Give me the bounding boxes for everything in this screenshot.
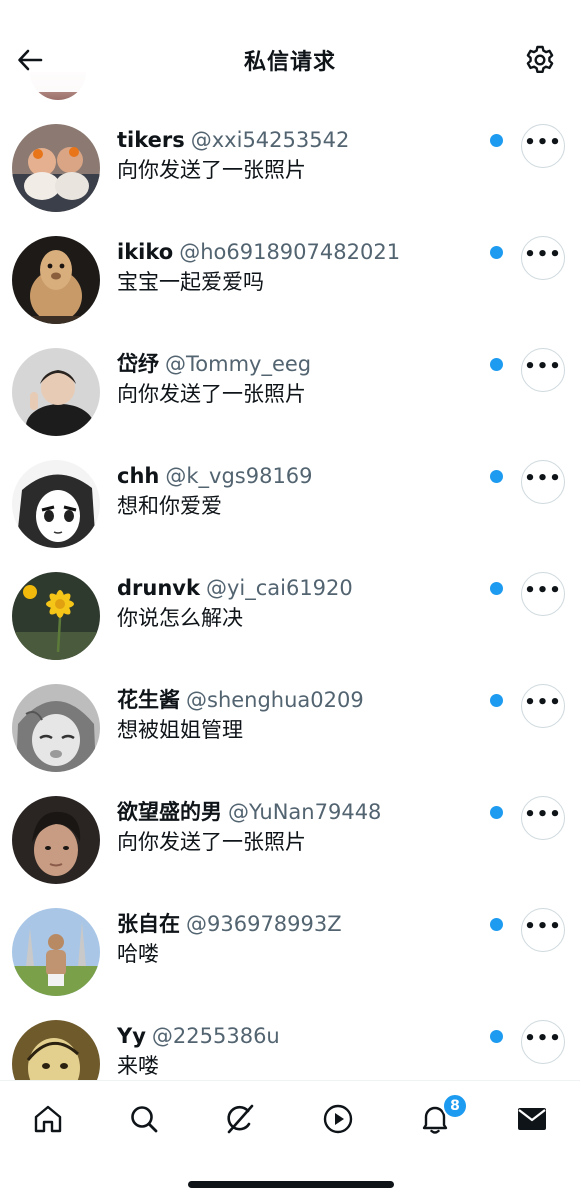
nav-messages[interactable]	[510, 1097, 554, 1141]
display-name: tikers	[117, 128, 185, 152]
avatar[interactable]	[12, 908, 100, 996]
display-name: 张自在	[117, 912, 180, 936]
list-item[interactable]: 张自在 @936978993Z 哈喽 •••	[0, 896, 580, 1008]
display-name: drunvk	[117, 576, 200, 600]
more-options-button[interactable]: •••	[521, 684, 565, 728]
envelope-icon	[518, 1108, 546, 1130]
more-options-button[interactable]: •••	[521, 908, 565, 952]
unread-indicator	[490, 470, 503, 483]
avatar[interactable]	[12, 460, 100, 548]
more-horizontal-icon: •••	[524, 692, 562, 713]
more-horizontal-icon: •••	[524, 468, 562, 489]
unread-indicator	[490, 918, 503, 931]
nav-grok[interactable]	[218, 1097, 262, 1141]
slash-circle-icon	[227, 1104, 254, 1134]
list-item[interactable]: drunvk @yi_cai61920 你说怎么解决 •••	[0, 560, 580, 672]
unread-indicator	[490, 694, 503, 707]
sender-line: tikers @xxi54253542	[117, 126, 477, 154]
list-item[interactable]: tikers @xxi54253542 向你发送了一张照片 •••	[0, 112, 580, 224]
message-request-list: tikers @xxi54253542 向你发送了一张照片 ••• ikiko …	[0, 112, 580, 1120]
avatar[interactable]	[12, 684, 100, 772]
more-horizontal-icon: •••	[524, 1028, 562, 1049]
username: @YuNan79448	[228, 800, 382, 824]
nav-search[interactable]	[122, 1097, 166, 1141]
sender-line: ikiko @ho6918907482021	[117, 238, 477, 266]
list-item[interactable]: chh @k_vgs98169 想和你爱爱 •••	[0, 448, 580, 560]
more-options-button[interactable]: •••	[521, 1020, 565, 1064]
unread-indicator	[490, 1030, 503, 1043]
sender-line: 张自在 @936978993Z	[117, 910, 477, 938]
message-preview: 想被姐姐管理	[117, 718, 243, 742]
sender-line: Yy @2255386u	[117, 1022, 477, 1050]
more-horizontal-icon: •••	[524, 132, 562, 153]
avatar[interactable]	[12, 236, 100, 324]
page-title: 私信请求	[243, 50, 336, 75]
list-item[interactable]: 欲望盛的男 @YuNan79448 向你发送了一张照片 •••	[0, 784, 580, 896]
nav-video[interactable]	[316, 1097, 360, 1141]
username: @k_vgs98169	[165, 464, 313, 488]
message-preview: 想和你爱爱	[117, 494, 222, 518]
display-name: 岱纾	[117, 352, 159, 376]
notification-badge: 8	[442, 1093, 468, 1119]
message-preview: 向你发送了一张照片	[117, 830, 306, 854]
unread-indicator	[490, 134, 503, 147]
sender-line: 花生酱 @shenghua0209	[117, 686, 477, 714]
username: @ho6918907482021	[179, 240, 401, 264]
more-horizontal-icon: •••	[524, 804, 562, 825]
avatar[interactable]	[12, 572, 100, 660]
home-indicator	[188, 1181, 394, 1188]
unread-indicator	[490, 358, 503, 371]
more-options-button[interactable]: •••	[521, 236, 565, 280]
settings-button[interactable]	[522, 42, 558, 78]
sender-line: 岱纾 @Tommy_eeg	[117, 350, 477, 378]
message-preview: 向你发送了一张照片	[117, 158, 306, 182]
username: @Tommy_eeg	[165, 352, 312, 376]
message-preview: 宝宝一起爱爱吗	[117, 270, 264, 294]
username: @yi_cai61920	[205, 576, 353, 600]
message-preview: 你说怎么解决	[117, 606, 243, 630]
nav-home[interactable]	[26, 1097, 70, 1141]
more-options-button[interactable]: •••	[521, 572, 565, 616]
more-options-button[interactable]: •••	[521, 460, 565, 504]
sender-line: drunvk @yi_cai61920	[117, 574, 477, 602]
username: @2255386u	[151, 1024, 280, 1048]
more-horizontal-icon: •••	[524, 916, 562, 937]
unread-indicator	[490, 582, 503, 595]
list-item[interactable]: ikiko @ho6918907482021 宝宝一起爱爱吗 •••	[0, 224, 580, 336]
search-icon	[131, 1106, 158, 1133]
gear-icon	[526, 45, 554, 73]
avatar[interactable]	[12, 124, 100, 212]
message-preview: 来喽	[117, 1054, 159, 1078]
username: @936978993Z	[186, 912, 342, 936]
display-name: 花生酱	[117, 688, 180, 712]
more-horizontal-icon: •••	[524, 244, 562, 265]
display-name: 欲望盛的男	[117, 800, 222, 824]
more-horizontal-icon: •••	[524, 580, 562, 601]
sender-line: 欲望盛的男 @YuNan79448	[117, 798, 477, 826]
message-preview: 向你发送了一张照片	[117, 382, 306, 406]
username: @xxi54253542	[190, 128, 350, 152]
header: 私信请求	[0, 0, 580, 92]
screen: 私信请求 tikers @xxi54253542 向你发送了一张照片 ••• i…	[0, 0, 580, 1200]
home-icon	[34, 1105, 62, 1133]
avatar[interactable]	[12, 796, 100, 884]
avatar[interactable]	[12, 348, 100, 436]
list-item[interactable]: 花生酱 @shenghua0209 想被姐姐管理 •••	[0, 672, 580, 784]
play-circle-icon	[323, 1104, 353, 1134]
more-options-button[interactable]: •••	[521, 348, 565, 392]
unread-indicator	[490, 246, 503, 259]
list-item[interactable]: 岱纾 @Tommy_eeg 向你发送了一张照片 •••	[0, 336, 580, 448]
more-horizontal-icon: •••	[524, 356, 562, 377]
more-options-button[interactable]: •••	[521, 796, 565, 840]
username: @shenghua0209	[186, 688, 364, 712]
display-name: Yy	[117, 1024, 146, 1048]
more-options-button[interactable]: •••	[521, 124, 565, 168]
display-name: chh	[117, 464, 160, 488]
sender-line: chh @k_vgs98169	[117, 462, 477, 490]
message-preview: 哈喽	[117, 942, 159, 966]
unread-indicator	[490, 806, 503, 819]
display-name: ikiko	[117, 240, 174, 264]
